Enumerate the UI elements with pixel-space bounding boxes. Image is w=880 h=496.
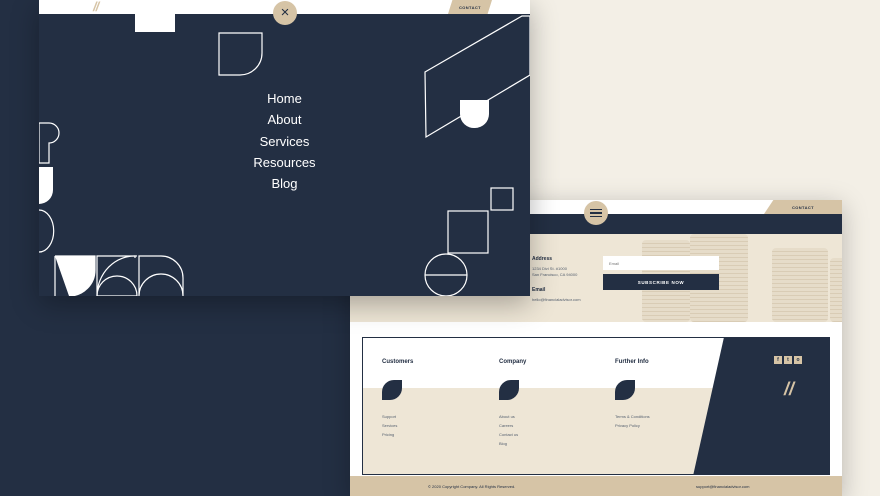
footer-company-title: Company	[499, 359, 527, 365]
contact-tab[interactable]: CONTACT	[764, 200, 842, 214]
footer-link[interactable]: About us	[499, 414, 515, 419]
footer-bottom-bar: © 2020 Copyright Company. All Rights Res…	[350, 476, 842, 496]
subscribe-button[interactable]: SUBSCRIBE NOW	[603, 274, 719, 290]
footer-link[interactable]: Blog	[499, 441, 507, 446]
menu-overlay-window: // CONTACT × Home About Services Resourc…	[39, 0, 530, 296]
menu-item-about[interactable]: About	[268, 109, 302, 130]
subscribe-email-input[interactable]	[603, 256, 719, 270]
footer-info-title: Further Info	[615, 359, 649, 365]
address-line-1: 1234 Divi St. #1000	[532, 266, 567, 271]
address-line-2: San Francisco, CA 94000	[532, 272, 578, 277]
coin-stack-image	[772, 248, 828, 322]
email-title: Email	[532, 287, 546, 293]
copyright-text: © 2020 Copyright Company. All Rights Res…	[428, 484, 516, 489]
menu-item-blog[interactable]: Blog	[271, 173, 297, 194]
overlay-menu: Home About Services Resources Blog	[39, 88, 530, 194]
menu-item-home[interactable]: Home	[267, 88, 302, 109]
outline-semicircle-shape	[39, 209, 55, 253]
site-footer: Customers Support Services Pricing Compa…	[362, 337, 830, 475]
footer-link[interactable]: Pricing	[382, 432, 394, 437]
footer-link[interactable]: Careers	[499, 423, 513, 428]
email-address[interactable]: hello@financialadvisor.com	[532, 297, 581, 302]
menu-item-services[interactable]: Services	[260, 131, 310, 152]
white-square-shape	[135, 14, 175, 32]
quote-mark-logo: //	[784, 379, 795, 399]
menu-item-resources[interactable]: Resources	[253, 152, 315, 173]
footer-email[interactable]: support@financialadvisor.com	[696, 484, 749, 489]
hamburger-menu-button[interactable]	[584, 201, 608, 225]
address-title: Address	[532, 256, 553, 262]
footer-link[interactable]: Services	[382, 423, 397, 428]
twitter-icon[interactable]: t	[784, 356, 792, 364]
close-icon[interactable]: ×	[273, 1, 297, 25]
hamburger-icon-bar	[590, 215, 602, 218]
footer-link[interactable]: Contact us	[499, 432, 518, 437]
facebook-icon[interactable]: f	[774, 356, 782, 364]
medium-square-shape	[447, 210, 489, 254]
outline-arch-shape-2	[138, 255, 184, 296]
footer-link[interactable]: Support	[382, 414, 396, 419]
hamburger-icon-bar	[590, 208, 602, 211]
white-block-shape	[54, 255, 96, 296]
contact-section: Address 1234 Divi St. #1000 San Francisc…	[530, 234, 842, 322]
footer-link[interactable]: Privacy Policy	[615, 423, 640, 428]
outline-arch-shape	[96, 255, 138, 296]
site-navbar	[530, 214, 842, 234]
quarter-circle-shape	[218, 32, 263, 76]
footer-dark-panel	[693, 338, 829, 474]
instagram-icon[interactable]: o	[794, 356, 802, 364]
footer-customers-title: Customers	[382, 359, 414, 365]
hamburger-icon-bar	[590, 212, 602, 214]
coin-stack-image	[830, 258, 842, 322]
footer-link[interactable]: Terms & Conditions	[615, 414, 650, 419]
